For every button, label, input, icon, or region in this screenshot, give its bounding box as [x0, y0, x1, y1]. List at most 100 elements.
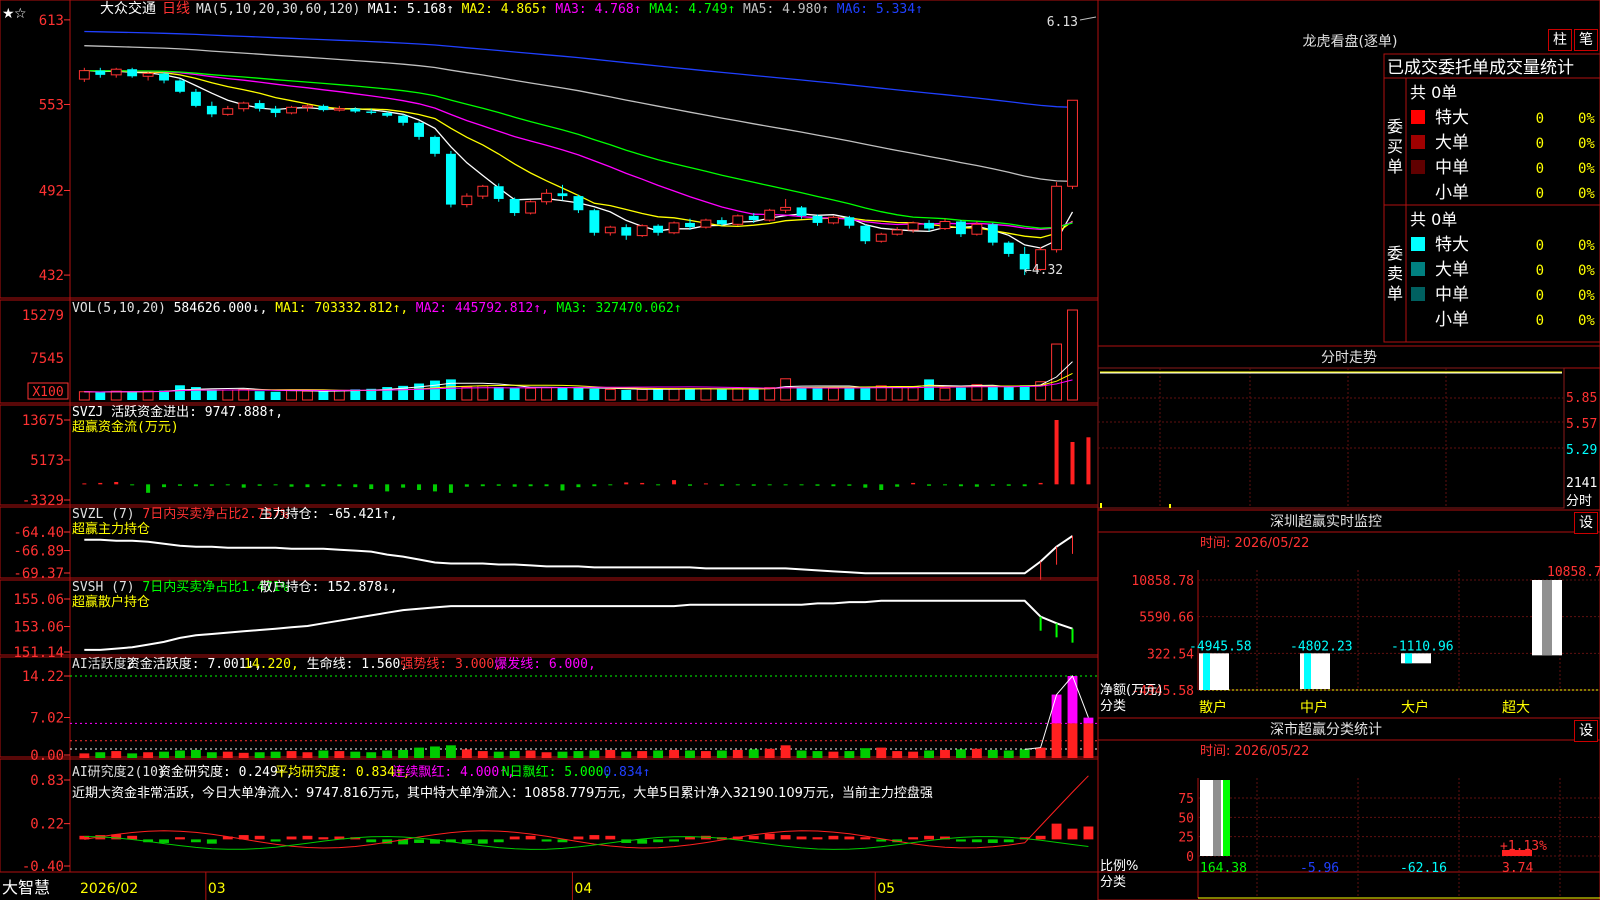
candle-body-33 [604, 226, 616, 234]
svzj-bar-7 [193, 484, 198, 487]
ai-bar-20 [398, 749, 409, 758]
classify-title: 深市超赢分类统计 [1270, 721, 1382, 738]
ai-bar-14 [302, 752, 313, 758]
sell-row-pct-3: 0% [1578, 313, 1595, 329]
ai-bar-45 [796, 750, 807, 758]
svzj-bar-11 [257, 484, 262, 486]
ai-bar-top-63 [1083, 717, 1094, 724]
monitor-bar-shade-3 [1542, 580, 1552, 656]
monitor-settings-button[interactable]: 设 [1574, 512, 1598, 534]
classify-annotation: +1.13% [1500, 839, 1547, 854]
sell-swatch-1 [1411, 262, 1425, 276]
price-tick-3: 432 [39, 268, 64, 284]
ai2-bar-56 [971, 839, 982, 843]
ai2-tick-1: 0.22 [30, 817, 64, 833]
sell-row-pct-2: 0% [1578, 288, 1595, 304]
bar-mode-button[interactable]: 柱 [1548, 29, 1572, 51]
vol-bar-39 [700, 388, 712, 401]
candle-body-25 [477, 185, 489, 197]
ai-bar-39 [700, 751, 711, 758]
vol-bar-2 [110, 390, 122, 401]
svzj-bar-20 [401, 484, 406, 488]
svzj-bar-30 [560, 484, 565, 491]
date-axis-label-2: 05 [877, 881, 895, 897]
vol-readout-1: 584626.000↓, [174, 301, 268, 316]
candle-body-0 [78, 70, 90, 80]
svzj-bar-39 [703, 483, 708, 485]
date-axis-label-1: 04 [574, 881, 592, 897]
ma-readout-1: MA1: 5.168↑ [368, 2, 454, 17]
ai2-bar-62 [1067, 828, 1078, 840]
svzj-tick-0: 13675 [22, 413, 64, 429]
vol-bar-59 [1019, 385, 1030, 400]
monitor-y-tick-0: 10858.78 [1131, 574, 1194, 589]
ai2-readout-0: AI研究度2(10) [72, 764, 166, 780]
svzl-readout-3: 超赢主力持仓 [72, 521, 150, 537]
ai2-bar-61 [1051, 823, 1062, 840]
svsh-tick-0: 155.06 [13, 592, 64, 608]
ai2-bar-47 [828, 835, 839, 840]
classify-y-label: 比例% [1100, 859, 1138, 874]
ai-bar-9 [222, 751, 233, 758]
panel-frame-5 [0, 656, 1099, 758]
sell-side-label-0: 委 [1387, 244, 1403, 263]
classify-y-tick-0: 75 [1178, 792, 1194, 807]
svzj-bar-25 [480, 484, 485, 487]
candle-body-29 [541, 192, 552, 203]
ai-bar-2 [111, 751, 122, 758]
ai2-bar-29 [541, 839, 552, 842]
dragon-title: 龙虎看盘(逐单) [1303, 33, 1398, 50]
vol-bar-36 [653, 388, 664, 400]
ai-bar-16 [334, 751, 345, 758]
vol-bar-14 [302, 390, 313, 401]
ma-readout-2: MA2: 4.865↑ [462, 2, 548, 17]
vol-bar-40 [716, 389, 727, 400]
ai-bar-22 [430, 746, 440, 758]
intraday-vol-tick-1 [1169, 504, 1171, 508]
svzj-bar-43 [767, 484, 772, 486]
ai-bar-40 [716, 750, 727, 758]
candle-body-38 [685, 222, 695, 228]
ai-readout-3: 生命线: 1.560, [307, 656, 409, 672]
svzj-bar-13 [289, 484, 294, 487]
svzj-bar-38 [687, 484, 692, 486]
ai-bar-59 [1019, 749, 1030, 758]
ai-bar-24 [461, 749, 472, 758]
vol-bar-16 [333, 390, 345, 401]
classify-x-label: 分类 [1100, 875, 1126, 890]
sell-row-name-1: 大单 [1435, 260, 1469, 280]
monitor-y-tick-2: 322.54 [1147, 647, 1194, 662]
sell-row-pct-0: 0% [1578, 238, 1595, 254]
stock-name: 大众交通 [100, 0, 156, 17]
ai2-bar-36 [653, 839, 664, 843]
svzj-bar-48 [847, 484, 852, 486]
classify-settings-button[interactable]: 设 [1574, 720, 1598, 742]
monitor-bar-shade-0 [1203, 653, 1210, 690]
svzl-tick-0: -64.40 [13, 525, 64, 541]
tick-mode-button[interactable]: 笔 [1574, 29, 1598, 51]
ai-readout-1: 资金活跃度: 7.001↓, [127, 656, 262, 672]
buy-row-pct-2: 0% [1578, 161, 1595, 177]
candle-body-5 [159, 73, 169, 81]
svzj-bar-0 [82, 483, 87, 485]
monitor-cat-2: 大户 [1401, 699, 1429, 716]
ai-bar-21 [414, 747, 424, 758]
svsh-readout-2: 散户持仓: 152.878↓, [260, 579, 398, 595]
classify-bar-0-edge [1223, 780, 1230, 856]
candle-body-56 [971, 223, 983, 235]
sell-swatch-0 [1411, 237, 1425, 251]
period-label: 日线 [162, 1, 190, 17]
ai2-bar-7 [190, 839, 201, 843]
ai-bar-56 [971, 748, 982, 758]
buy-side-label-1: 买 [1387, 137, 1403, 156]
vol-tick-1: 7545 [30, 351, 64, 367]
candle-body-40 [716, 220, 727, 225]
right-panel-frame [1097, 0, 1600, 900]
svzj-tick-1: 5173 [30, 453, 64, 469]
vol-bar-43 [764, 387, 776, 401]
svzj-bar-59 [1022, 484, 1027, 487]
stock-chart-canvas[interactable]: 613 553 492 432 ★ ☆ 大众交通 日线 MA(5,10,20,30,60,120… [0, 0, 1600, 900]
candle-body-13 [286, 106, 297, 114]
vol-unit-label: X100 [32, 385, 63, 400]
ai2-bar-63 [1083, 826, 1094, 840]
